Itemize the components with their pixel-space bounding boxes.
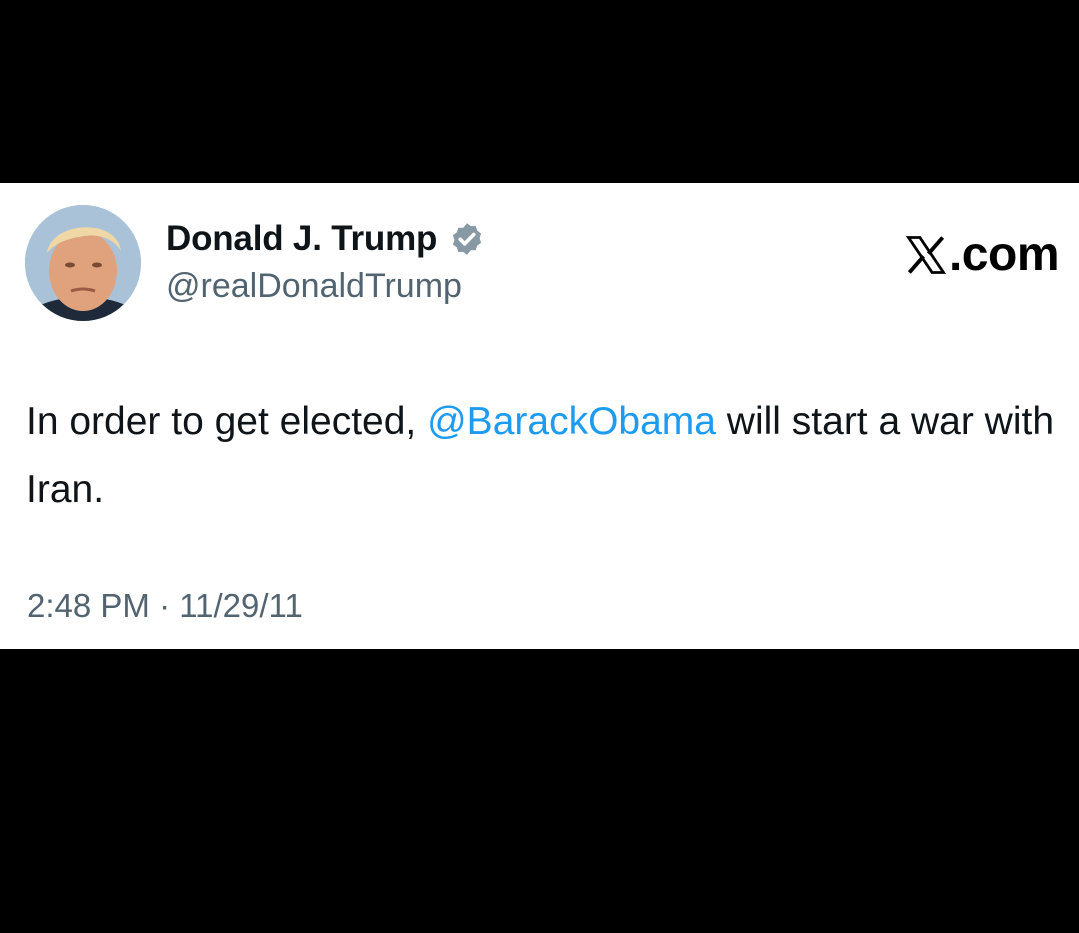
- display-name[interactable]: Donald J. Trump: [166, 219, 437, 259]
- meta-separator: ·: [149, 587, 180, 624]
- x-logo-icon: [905, 235, 947, 274]
- brand-watermark: .com: [905, 227, 1060, 282]
- tweet-card: Donald J. Trump @realDonaldTrump .com In…: [0, 183, 1079, 649]
- tweet-text: In order to get elected, @BarackObama wi…: [26, 388, 1056, 524]
- author-handle[interactable]: @realDonaldTrump: [166, 267, 462, 306]
- tweet-timestamp[interactable]: 2:48 PM · 11/29/11: [27, 587, 303, 625]
- screenshot-canvas: Donald J. Trump @realDonaldTrump .com In…: [0, 0, 1079, 933]
- tweet-date: 11/29/11: [179, 587, 303, 624]
- brand-label: .com: [948, 228, 1060, 281]
- author-name-row: Donald J. Trump: [166, 219, 485, 259]
- tweet-time: 2:48 PM: [27, 587, 150, 624]
- avatar-portrait-icon: [25, 205, 141, 321]
- tweet-text-before: In order to get elected,: [26, 400, 428, 443]
- avatar[interactable]: [25, 205, 141, 321]
- verified-badge-icon: [453, 223, 482, 255]
- mention-link[interactable]: @BarackObama: [427, 400, 716, 443]
